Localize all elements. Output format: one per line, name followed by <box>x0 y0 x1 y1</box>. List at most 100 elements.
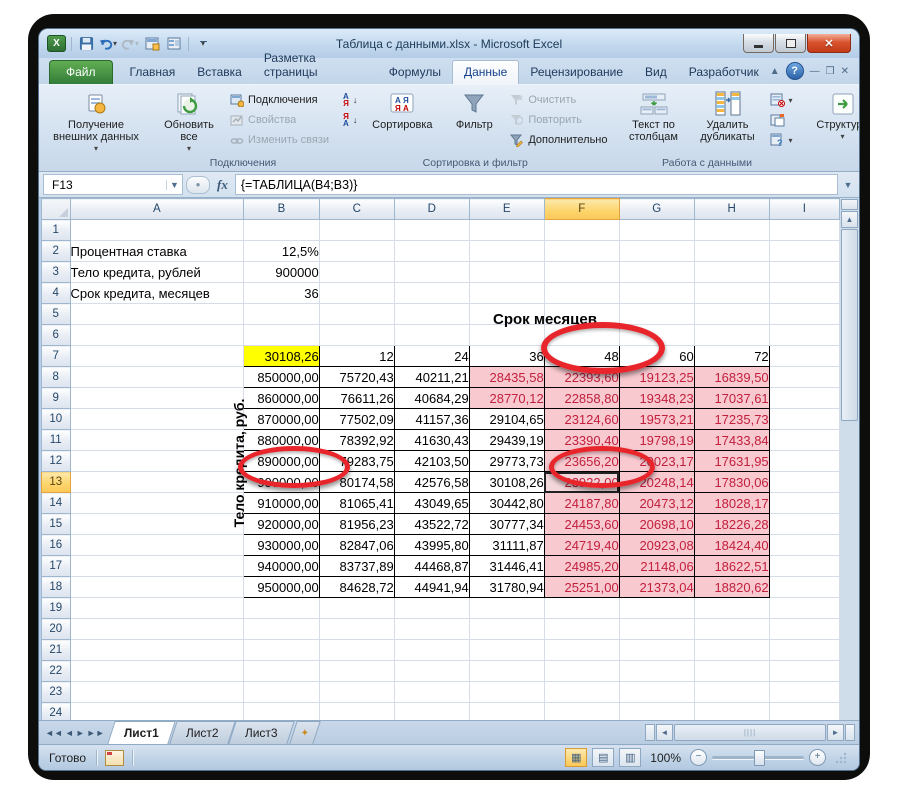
excel-logo-icon[interactable]: X <box>47 35 66 52</box>
cell-H11[interactable]: 17433,84 <box>694 430 769 451</box>
cell-F15[interactable]: 24453,60 <box>544 514 619 535</box>
cell-H4[interactable] <box>694 283 769 304</box>
cell-H13[interactable]: 17830,06 <box>694 472 769 493</box>
cell-F6[interactable] <box>544 325 619 346</box>
cell-D3[interactable] <box>394 262 469 283</box>
cell-B1[interactable] <box>244 220 320 241</box>
cell-B9[interactable]: 860000,00 <box>244 388 320 409</box>
cell-E21[interactable] <box>469 640 544 661</box>
cell-C19[interactable] <box>319 598 394 619</box>
first-sheet-icon[interactable]: ◄◄ <box>45 728 63 738</box>
cell-I11[interactable] <box>769 430 839 451</box>
cell-H10[interactable]: 17235,73 <box>694 409 769 430</box>
row-header-9[interactable]: 9 <box>42 388 71 409</box>
cell-E18[interactable]: 31780,94 <box>469 577 544 598</box>
cell-D16[interactable]: 43995,80 <box>394 535 469 556</box>
cell-I20[interactable] <box>769 619 839 640</box>
cell-A24[interactable] <box>70 703 244 721</box>
cell-D5[interactable] <box>394 304 469 325</box>
row-header-3[interactable]: 3 <box>42 262 71 283</box>
cell-G10[interactable]: 19573,21 <box>619 409 694 430</box>
cell-F3[interactable] <box>544 262 619 283</box>
cell-G4[interactable] <box>619 283 694 304</box>
cell-F24[interactable] <box>544 703 619 721</box>
cell-E11[interactable]: 29439,19 <box>469 430 544 451</box>
sort-ascending-button[interactable]: АЯ↓ <box>340 91 360 109</box>
cell-I3[interactable] <box>769 262 839 283</box>
cell-G21[interactable] <box>619 640 694 661</box>
zoom-slider[interactable] <box>712 756 804 759</box>
row-header-20[interactable]: 20 <box>42 619 71 640</box>
cell-H21[interactable] <box>694 640 769 661</box>
cell-F14[interactable]: 24187,80 <box>544 493 619 514</box>
insert-worksheet-icon[interactable]: ✦ <box>289 721 320 744</box>
cell-E10[interactable]: 29104,65 <box>469 409 544 430</box>
cell-F11[interactable]: 23390,40 <box>544 430 619 451</box>
filter-button[interactable]: Фильтр <box>444 88 504 156</box>
cell-F5[interactable] <box>544 304 619 325</box>
cell-I7[interactable] <box>769 346 839 367</box>
cell-D6[interactable] <box>394 325 469 346</box>
cell-F17[interactable]: 24985,20 <box>544 556 619 577</box>
cell-A17[interactable] <box>70 556 244 577</box>
column-header-D[interactable]: D <box>394 199 469 220</box>
name-box-dropdown-icon[interactable]: ▼ <box>166 180 182 190</box>
edit-links-button[interactable]: Изменить связи <box>226 131 332 149</box>
connections-button[interactable]: Подключения <box>226 91 332 109</box>
ribbon-tab-0[interactable]: Главная <box>119 61 187 84</box>
clear-filter-button[interactable]: Очистить <box>506 91 610 109</box>
cell-A15[interactable] <box>70 514 244 535</box>
cell-B23[interactable] <box>244 682 320 703</box>
zoom-out-icon[interactable]: − <box>690 749 707 766</box>
cell-H23[interactable] <box>694 682 769 703</box>
cell-D1[interactable] <box>394 220 469 241</box>
cell-I23[interactable] <box>769 682 839 703</box>
cell-I15[interactable] <box>769 514 839 535</box>
sort-button[interactable]: А ЯЯ А Сортировка <box>362 88 442 156</box>
cell-H20[interactable] <box>694 619 769 640</box>
file-tab[interactable]: Файл <box>49 60 113 84</box>
select-all-corner[interactable] <box>42 199 71 220</box>
cell-G6[interactable] <box>619 325 694 346</box>
row-header-1[interactable]: 1 <box>42 220 71 241</box>
customize-qat-icon[interactable]: ▾ <box>194 36 212 52</box>
cell-D17[interactable]: 44468,87 <box>394 556 469 577</box>
cell-A9[interactable] <box>70 388 244 409</box>
cell-A7[interactable] <box>70 346 244 367</box>
minimize-button[interactable] <box>743 34 774 53</box>
cell-D18[interactable]: 44941,94 <box>394 577 469 598</box>
cell-I14[interactable] <box>769 493 839 514</box>
cell-H15[interactable]: 18226,28 <box>694 514 769 535</box>
cell-F21[interactable] <box>544 640 619 661</box>
cell-A19[interactable] <box>70 598 244 619</box>
cell-G5[interactable] <box>619 304 694 325</box>
cell-E6[interactable] <box>469 325 544 346</box>
record-macro-icon[interactable] <box>105 750 124 766</box>
cell-E14[interactable]: 30442,80 <box>469 493 544 514</box>
horizontal-scroll-thumb[interactable]: |||| <box>674 724 826 741</box>
cell-B12[interactable]: 890000,00 <box>244 451 320 472</box>
cell-H14[interactable]: 18028,17 <box>694 493 769 514</box>
cell-F18[interactable]: 25251,00 <box>544 577 619 598</box>
cell-H12[interactable]: 17631,95 <box>694 451 769 472</box>
cell-B13[interactable]: 900000,00 <box>244 472 320 493</box>
help-icon[interactable]: ? <box>786 62 804 80</box>
cell-F12[interactable]: 23656,20 <box>544 451 619 472</box>
data-validation-button[interactable]: ▾ <box>767 91 796 109</box>
cell-D10[interactable]: 41157,36 <box>394 409 469 430</box>
cell-I8[interactable] <box>769 367 839 388</box>
cell-G14[interactable]: 20473,12 <box>619 493 694 514</box>
cell-C5[interactable] <box>319 304 394 325</box>
cell-H7[interactable]: 72 <box>694 346 769 367</box>
resize-grip[interactable] <box>835 752 847 764</box>
cell-H17[interactable]: 18622,51 <box>694 556 769 577</box>
next-sheet-icon[interactable]: ► <box>76 728 85 738</box>
cell-G3[interactable] <box>619 262 694 283</box>
cell-C20[interactable] <box>319 619 394 640</box>
row-header-19[interactable]: 19 <box>42 598 71 619</box>
ribbon-tab-6[interactable]: Вид <box>634 61 678 84</box>
cell-E2[interactable] <box>469 241 544 262</box>
cell-I24[interactable] <box>769 703 839 721</box>
toolbar-icon-2[interactable] <box>165 36 183 52</box>
cell-D4[interactable] <box>394 283 469 304</box>
